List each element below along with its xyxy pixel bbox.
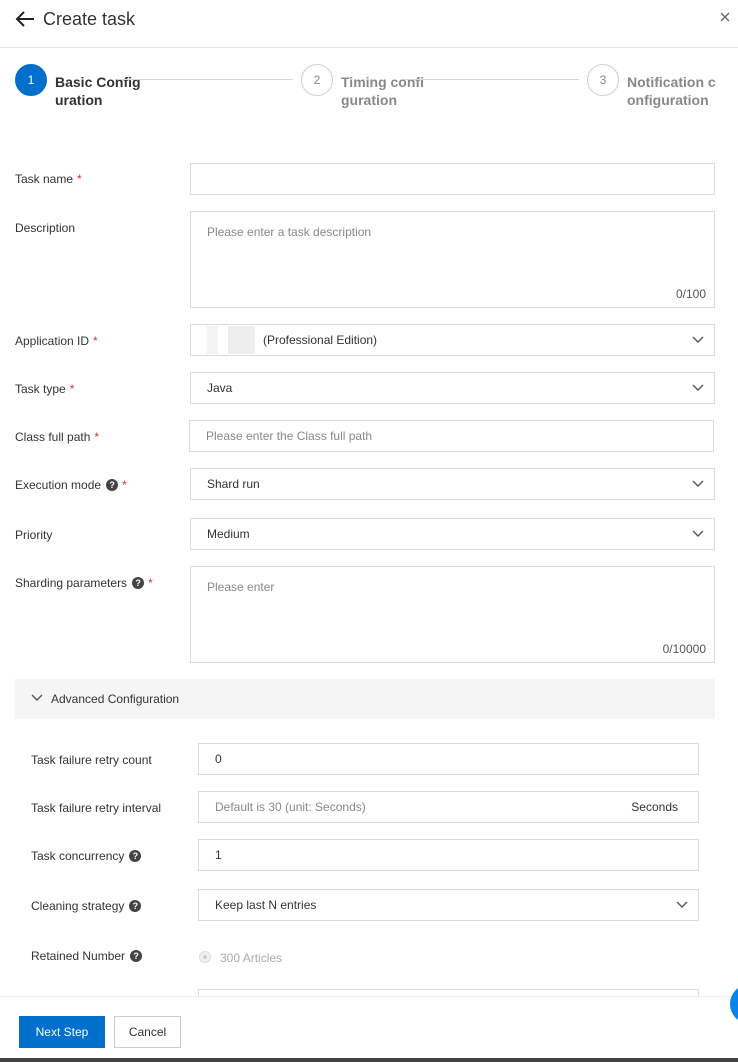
- cleaning-strategy-select[interactable]: Keep last N entries: [198, 889, 699, 921]
- required-marker: *: [69, 382, 75, 396]
- chevron-down-icon: [31, 694, 43, 701]
- advanced-configuration-title: Advanced Configuration: [51, 692, 180, 706]
- step-1-indicator: 1: [15, 64, 47, 96]
- step-connector: [403, 79, 579, 80]
- concurrency-label: Task concurrency?: [31, 849, 142, 863]
- question-circle-icon[interactable]: ?: [130, 950, 143, 962]
- drawer-header: Create task: [0, 0, 738, 48]
- execution-mode-label: Execution mode? *: [15, 478, 127, 492]
- retained-number-label: Retained Number?: [31, 949, 143, 963]
- sharding-placeholder: Please enter: [207, 580, 275, 594]
- description-textarea[interactable]: Please enter a task description 0/100: [190, 211, 715, 308]
- retry-count-input[interactable]: 0: [198, 743, 699, 775]
- retry-count-label: Task failure retry count: [31, 753, 152, 767]
- retained-number-radio[interactable]: [199, 951, 211, 963]
- sharding-char-count: 0/10000: [662, 642, 706, 656]
- redacted-app-name: [207, 326, 255, 354]
- task-type-select[interactable]: Java: [190, 372, 715, 404]
- step-connector: [117, 79, 293, 80]
- task-type-label: Task type *: [15, 382, 75, 396]
- application-id-label: Application ID *: [15, 334, 98, 348]
- sharding-parameters-textarea[interactable]: Please enter 0/10000: [190, 566, 715, 663]
- description-label: Description: [15, 221, 76, 235]
- retry-interval-unit: Seconds: [631, 800, 678, 814]
- question-circle-icon[interactable]: ?: [129, 900, 142, 912]
- step-3-indicator: 3: [587, 64, 619, 96]
- close-icon[interactable]: [718, 10, 732, 24]
- concurrency-input[interactable]: 1: [198, 839, 699, 871]
- footer-bar: Next Step Cancel: [0, 996, 738, 1062]
- step-3-label: Notification configuration: [627, 74, 716, 108]
- question-circle-icon[interactable]: ?: [106, 479, 119, 491]
- description-placeholder: Please enter a task description: [207, 225, 372, 239]
- next-step-button[interactable]: Next Step: [19, 1016, 105, 1048]
- cancel-button[interactable]: Cancel: [114, 1016, 181, 1048]
- retry-interval-input[interactable]: Default is 30 (unit: Seconds) Seconds: [198, 791, 699, 823]
- required-marker: *: [122, 478, 127, 492]
- chevron-down-icon: [692, 336, 704, 343]
- question-circle-icon[interactable]: ?: [132, 577, 145, 589]
- priority-label: Priority: [15, 528, 53, 542]
- application-id-select[interactable]: (Professional Edition): [190, 324, 715, 356]
- window-bottom-edge: [0, 1058, 738, 1062]
- arrow-left-icon[interactable]: [14, 9, 36, 29]
- chevron-down-icon: [676, 901, 688, 908]
- sharding-parameters-label: Sharding parameters? *: [15, 576, 153, 590]
- question-circle-icon[interactable]: ?: [129, 850, 142, 862]
- required-marker: *: [77, 172, 82, 186]
- task-name-input[interactable]: [190, 163, 715, 195]
- retry-interval-label: Task failure retry interval: [31, 801, 162, 815]
- page-title: Create task: [43, 9, 136, 29]
- cleaning-strategy-label: Cleaning strategy?: [31, 899, 142, 913]
- chevron-down-icon: [692, 480, 704, 487]
- required-marker: *: [93, 334, 98, 348]
- required-marker: *: [148, 576, 153, 590]
- execution-mode-select[interactable]: Shard run: [190, 468, 715, 500]
- class-full-path-label: Class full path *: [15, 430, 100, 444]
- description-char-count: 0/100: [675, 287, 706, 301]
- retained-number-option: 300 Articles: [220, 951, 283, 965]
- required-marker: *: [94, 430, 100, 444]
- chevron-down-icon: [692, 530, 704, 537]
- chevron-down-icon: [692, 384, 704, 391]
- task-name-label: Task name *: [15, 172, 82, 186]
- advanced-configuration-toggle[interactable]: Advanced Configuration: [15, 679, 715, 719]
- priority-select[interactable]: Medium: [190, 518, 715, 550]
- class-full-path-input[interactable]: Please enter the Class full path: [189, 420, 714, 452]
- step-2-indicator: 2: [301, 64, 333, 96]
